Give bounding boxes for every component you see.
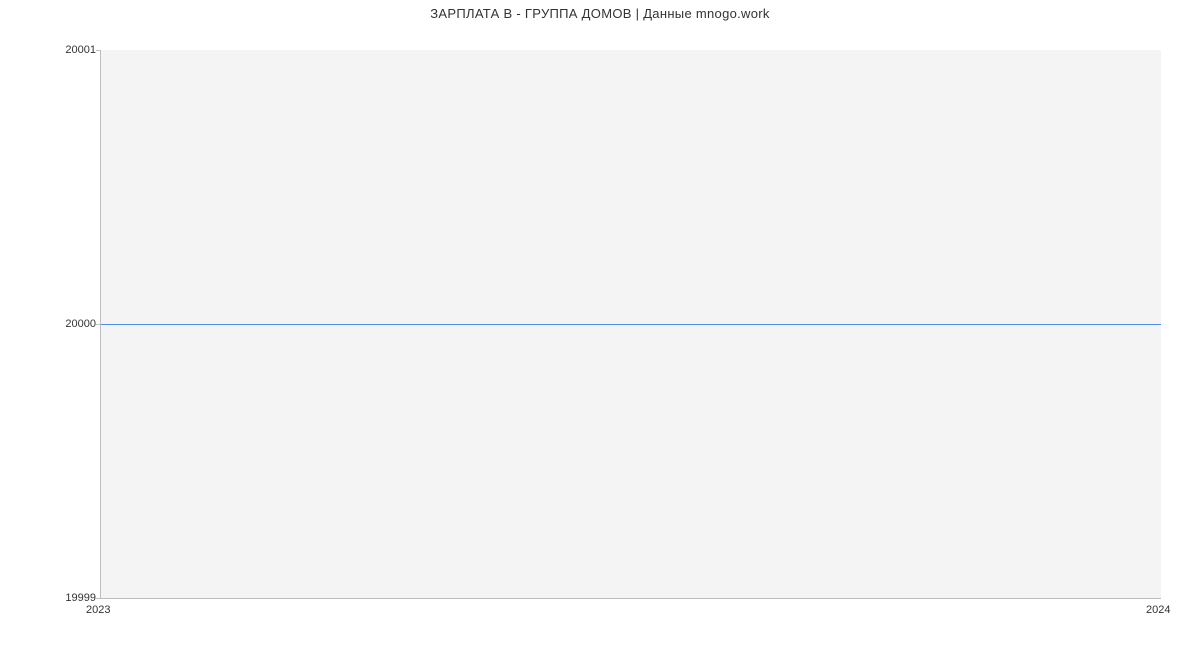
y-tick-label: 20000 [6,318,96,330]
chart-title: ЗАРПЛАТА В - ГРУППА ДОМОВ | Данные mnogo… [0,6,1200,21]
x-tick-label: 2024 [1146,604,1170,616]
plot-area [100,50,1161,599]
data-series-line [101,324,1161,325]
y-tick-label: 19999 [6,592,96,604]
y-tick-label: 20001 [6,44,96,56]
line-chart: ЗАРПЛАТА В - ГРУППА ДОМОВ | Данные mnogo… [0,0,1200,650]
x-tick-label: 2023 [86,604,110,616]
